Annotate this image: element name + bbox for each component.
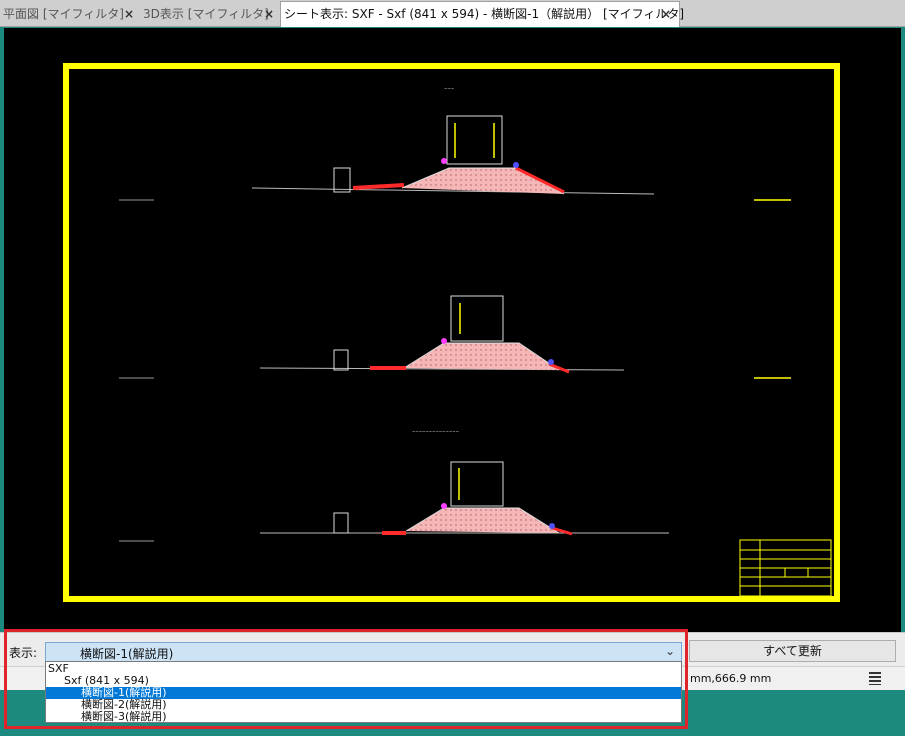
close-icon[interactable]: × [124, 2, 134, 26]
update-all-button[interactable]: すべて更新 [689, 640, 896, 662]
tab-3d-view[interactable]: 3D表示 [マイフィルタ] × [140, 2, 280, 27]
grip-icon[interactable] [868, 670, 882, 686]
sheet-canvas[interactable]: ~~~ ~~~~~~~~~~~~~~ [4, 28, 901, 632]
sheet-drawing: ~~~ ~~~~~~~~~~~~~~ [63, 63, 840, 602]
tab-label: 平面図 [マイフィルタ] [3, 7, 124, 21]
tab-sheet-view[interactable]: シート表示: SXF - Sxf (841 x 594) - 横断図-1（解説用… [280, 1, 684, 27]
app-window: 平面図 [マイフィルタ] × 3D表示 [マイフィルタ] × シート表示: SX… [0, 0, 905, 736]
tab-label: 3D表示 [マイフィルタ] [143, 7, 269, 21]
view-dropdown-list[interactable]: SXF Sxf (841 x 594) 横断図-1(解説用) 横断図-2(解説用… [45, 661, 682, 723]
svg-text:~~~~~~~~~~~~~~: ~~~~~~~~~~~~~~ [412, 429, 459, 434]
coordinate-readout: mm,666.9 mm [690, 672, 772, 685]
svg-text:~~~: ~~~ [444, 86, 454, 91]
chevron-down-icon[interactable]: ⌄ [665, 644, 675, 658]
view-select-value: 横断図-1(解説用) [80, 647, 174, 661]
display-label: 表示: [9, 646, 38, 660]
tab-bar: 平面図 [マイフィルタ] × 3D表示 [マイフィルタ] × シート表示: SX… [0, 0, 905, 27]
view-select[interactable]: 横断図-1(解説用) ⌄ [45, 642, 682, 662]
tab-label: シート表示: SXF - Sxf (841 x 594) - 横断図-1（解説用… [284, 7, 685, 21]
close-icon[interactable]: × [661, 2, 671, 26]
cross-section-1: ~~~ [119, 86, 791, 201]
dropdown-item-cross-section-3[interactable]: 横断図-3(解説用) [46, 711, 681, 723]
title-block [739, 539, 832, 597]
tab-plan-view[interactable]: 平面図 [マイフィルタ] × [0, 2, 140, 27]
cross-section-3: ~~~~~~~~~~~~~~ [119, 429, 669, 542]
cross-section-2 [119, 295, 791, 379]
close-icon[interactable]: × [264, 2, 274, 26]
